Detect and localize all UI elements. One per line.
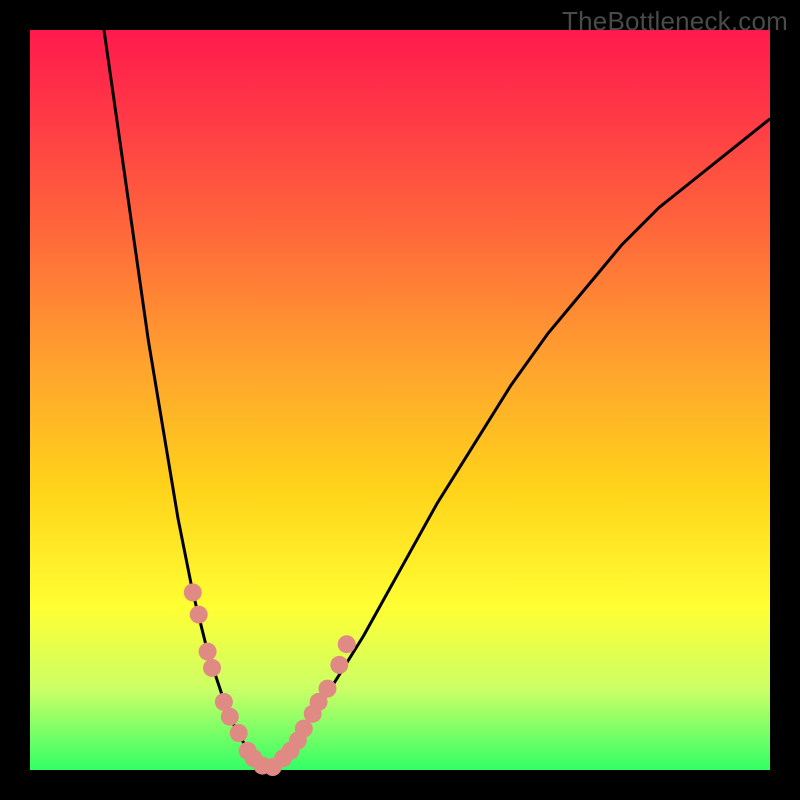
highlighted-dot [199,643,217,661]
chart-svg [30,30,770,770]
highlighted-dot [319,680,337,698]
highlighted-dot-group [184,583,356,776]
curve-left-branch [104,30,267,770]
highlighted-dot [203,659,221,677]
highlighted-dot [221,708,239,726]
highlighted-dot [190,606,208,624]
highlighted-dot [338,635,356,653]
highlighted-dot [330,656,348,674]
highlighted-dot [230,724,248,742]
outer-black-frame: TheBottleneck.com [0,0,800,800]
highlighted-dot [184,583,202,601]
